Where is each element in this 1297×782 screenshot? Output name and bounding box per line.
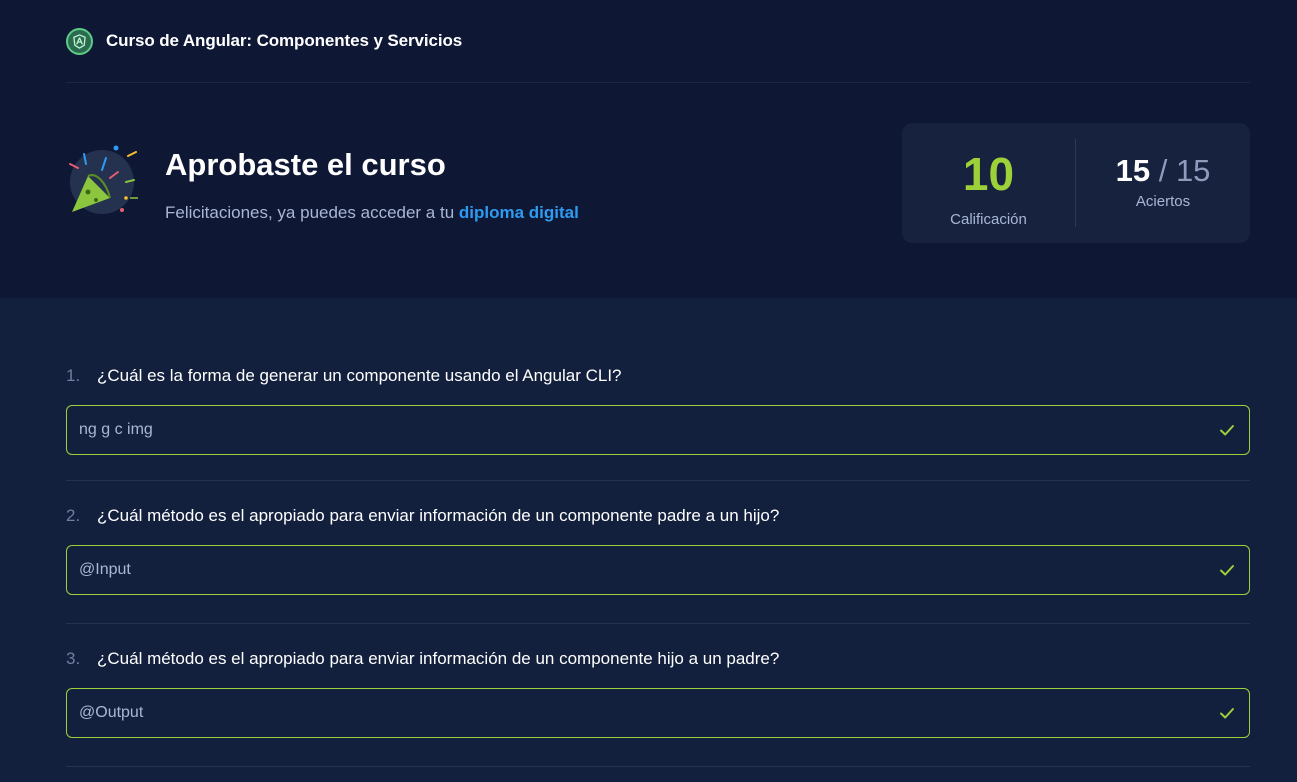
approval-message: Aprobaste el curso Felicitaciones, ya pu… bbox=[66, 140, 579, 223]
answer-box[interactable]: @Output bbox=[66, 688, 1250, 738]
course-title[interactable]: Curso de Angular: Componentes y Servicio… bbox=[106, 31, 462, 51]
check-icon bbox=[1220, 565, 1234, 576]
approval-title: Aprobaste el curso bbox=[165, 147, 446, 182]
question-number: 2. bbox=[66, 506, 81, 525]
question-number: 1. bbox=[66, 366, 81, 385]
question-item: 3. ¿Cuál método es el apropiado para env… bbox=[66, 624, 1250, 767]
question-item: 2. ¿Cuál método es el apropiado para env… bbox=[66, 481, 1250, 624]
grade-value: 10 bbox=[962, 148, 1015, 200]
total-count: 15 bbox=[1175, 153, 1211, 188]
hits-block: 15 / 15 Aciertos bbox=[1076, 123, 1250, 243]
check-icon bbox=[1220, 425, 1234, 436]
answer-box[interactable]: ng g c img bbox=[66, 405, 1250, 455]
question-line: 2. ¿Cuál método es el apropiado para env… bbox=[66, 506, 1250, 526]
party-popper-icon bbox=[69, 145, 138, 214]
answer-text: @Input bbox=[79, 561, 131, 578]
correct-count: 15 bbox=[1115, 153, 1151, 188]
course-header: Curso de Angular: Componentes y Servicio… bbox=[66, 0, 1250, 83]
approval-text: Aprobaste el curso Felicitaciones, ya pu… bbox=[165, 140, 579, 223]
score-card: 10 Calificación 15 / 15 Aciertos bbox=[902, 123, 1250, 243]
check-icon bbox=[1220, 708, 1234, 719]
approval-subtitle-text: Felicitaciones, ya puedes acceder a tu bbox=[165, 203, 459, 222]
question-list: 1. ¿Cuál es la forma de generar un compo… bbox=[66, 298, 1250, 767]
angular-course-badge-icon[interactable] bbox=[66, 27, 93, 55]
hits-separator: / bbox=[1158, 153, 1168, 188]
question-item: 1. ¿Cuál es la forma de generar un compo… bbox=[66, 298, 1250, 481]
results-hero-section: Curso de Angular: Componentes y Servicio… bbox=[0, 0, 1297, 298]
answer-box[interactable]: @Input bbox=[66, 545, 1250, 595]
hits-label: Aciertos bbox=[1135, 193, 1191, 210]
question-line: 3. ¿Cuál método es el apropiado para env… bbox=[66, 649, 1250, 669]
question-text: ¿Cuál método es el apropiado para enviar… bbox=[97, 506, 780, 525]
approval-subtitle: Felicitaciones, ya puedes acceder a tu d… bbox=[165, 203, 579, 223]
digital-diploma-link[interactable]: diploma digital bbox=[459, 203, 579, 222]
hits-value: 15 / 15 bbox=[1116, 155, 1211, 186]
grade-block: 10 Calificación bbox=[902, 139, 1076, 228]
question-text: ¿Cuál es la forma de generar un componen… bbox=[97, 366, 622, 385]
grade-label: Calificación bbox=[950, 211, 1027, 228]
question-number: 3. bbox=[66, 649, 81, 668]
answer-text: @Output bbox=[79, 704, 144, 721]
question-text: ¿Cuál método es el apropiado para enviar… bbox=[97, 649, 780, 668]
answer-text: ng g c img bbox=[79, 421, 153, 438]
question-line: 1. ¿Cuál es la forma de generar un compo… bbox=[66, 366, 1250, 386]
